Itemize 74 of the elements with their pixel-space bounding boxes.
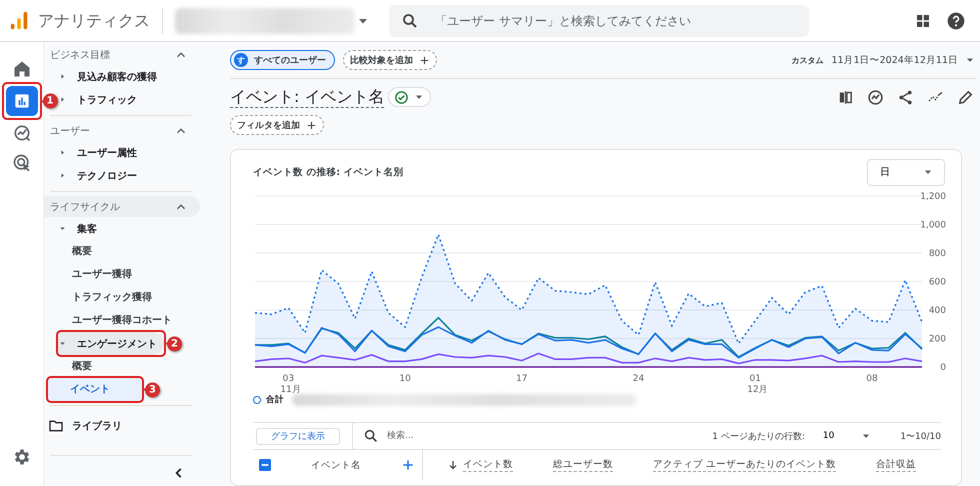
share-icon[interactable] (897, 88, 914, 106)
add-comparison-button[interactable]: 比較対象を追加 (343, 50, 437, 70)
nav-item[interactable]: イベント (48, 378, 142, 401)
trend-chart-icon (12, 123, 32, 143)
nav-group[interactable]: 見込み顧客の獲得 (58, 65, 200, 88)
x-axis-label: 03 (282, 374, 294, 384)
home-icon (12, 59, 32, 79)
segment-chip[interactable]: す すべてのユーザー (230, 50, 335, 70)
x-axis-label: 01 (750, 374, 761, 384)
column-header[interactable]: 合計収益 (876, 458, 916, 472)
plus-icon (306, 120, 317, 130)
y-axis-label: 1,000 (920, 220, 946, 230)
plus-icon (419, 54, 430, 66)
table-search-field[interactable]: 検索... (385, 425, 509, 447)
pencil-icon[interactable] (957, 88, 974, 106)
nav-group[interactable]: ユーザー属性 (58, 141, 200, 164)
plot-rows-button[interactable]: グラフに表示 (256, 428, 340, 444)
pagination-range: 1〜10/10 (900, 430, 941, 442)
legend-marker (253, 396, 261, 404)
nav-button[interactable] (6, 86, 38, 116)
library-item[interactable]: ライブラリ (44, 414, 200, 438)
callout-badge: 2 (167, 336, 182, 351)
callout-badge: 1 (42, 94, 58, 108)
section-header[interactable]: ユーザー (44, 120, 200, 141)
nav-group[interactable]: 集客 (58, 217, 200, 240)
nav-group[interactable]: テクノロジー (58, 164, 200, 187)
nav-item[interactable]: 概要 (44, 240, 200, 263)
month-label: 11月 (280, 384, 301, 395)
report-title: イベント: イベント名 (230, 86, 384, 108)
search-field[interactable]: 「ユーザー サマリー」と検索してみてください (389, 4, 809, 36)
analytics-logo-icon (8, 10, 30, 32)
y-axis-label: 600 (928, 278, 946, 288)
y-axis-label: 0 (940, 363, 946, 373)
y-axis-label: 400 (928, 306, 946, 316)
status-dropdown[interactable] (388, 87, 432, 107)
target-icon (12, 153, 32, 173)
insights-icon[interactable] (867, 88, 884, 106)
chart-title: イベント数 の推移: イベント名別 (253, 166, 404, 178)
product-name: アナリティクス (38, 8, 163, 34)
column-header[interactable]: イベント名 (311, 458, 361, 472)
x-axis-label: 24 (632, 374, 644, 384)
nav-group[interactable]: エンゲージメント (58, 332, 164, 355)
search-icon (363, 428, 379, 444)
column-header[interactable]: イベント数 (463, 458, 513, 472)
nav-item[interactable]: ユーザー獲得 (44, 263, 200, 286)
section-header[interactable]: ライフサイクル (44, 196, 200, 217)
add-filter-button[interactable]: フィルタを追加 (230, 115, 324, 135)
x-axis-label: 10 (399, 374, 411, 384)
nav-item[interactable]: ユーザー獲得コホート (44, 309, 200, 332)
section-header[interactable]: ビジネス目標 (44, 44, 200, 65)
y-axis-label: 200 (928, 334, 946, 344)
y-axis-label: 800 (928, 249, 946, 259)
rows-per-page-dropdown[interactable]: 10 (816, 429, 878, 443)
rows-per-page-label: 1 ページあたりの行数: (712, 430, 805, 442)
folder-icon (48, 418, 64, 434)
x-axis-label: 08 (866, 374, 878, 384)
nav-item[interactable]: 概要 (44, 355, 200, 378)
legend-label: 合計 (266, 394, 284, 406)
callout-badge: 3 (145, 382, 160, 397)
compare-columns-icon[interactable] (837, 88, 854, 106)
date-range-picker[interactable]: カスタム 11月1日〜2024年12月11日 (792, 54, 976, 66)
search-icon (401, 12, 419, 30)
add-dimension-icon[interactable] (401, 458, 415, 472)
nav-item[interactable]: トラフィック獲得 (44, 286, 200, 309)
x-axis-label: 17 (516, 374, 528, 384)
partial-checkbox-icon[interactable] (257, 457, 273, 473)
help-icon[interactable] (946, 10, 966, 30)
nav-group[interactable]: トラフィック (58, 88, 200, 111)
month-label: 12月 (747, 384, 768, 396)
y-axis-label: 1,200 (920, 192, 946, 202)
granularity-dropdown[interactable]: 日 (867, 158, 945, 186)
column-header[interactable]: アクティブ ユーザーあたりのイベント数 (653, 458, 836, 472)
column-header[interactable]: 総ユーザー数 (553, 458, 613, 472)
segment-avatar: す (234, 53, 248, 67)
